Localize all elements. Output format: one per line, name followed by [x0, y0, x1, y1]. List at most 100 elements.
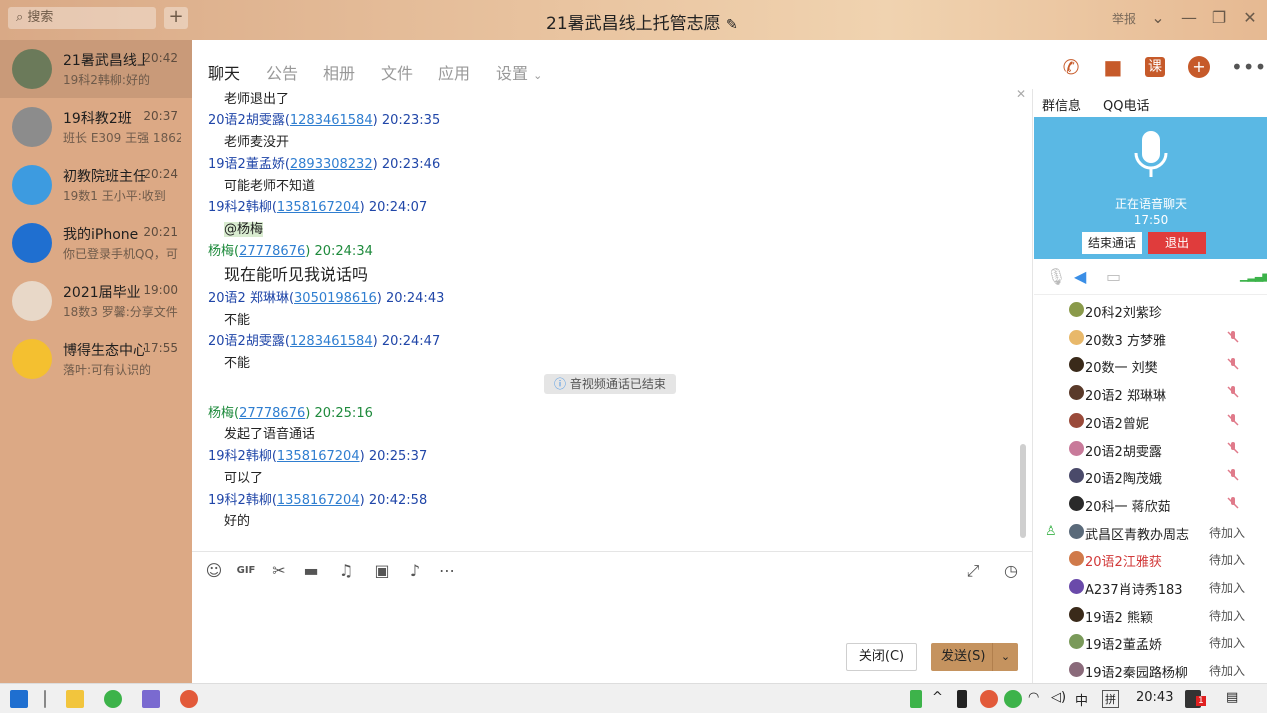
member-name: 20语2 郑琳琳 [1085, 389, 1166, 405]
sender-name[interactable]: 19科2韩柳( [208, 493, 277, 508]
tab-qq-call[interactable]: QQ电话 [1103, 95, 1149, 114]
ime-pin[interactable]: 拼 [1102, 690, 1119, 708]
conversation-item[interactable]: 博得生态中心 17:55 落叶:可有认识的 [0, 330, 192, 388]
more-icon[interactable]: ••• [1231, 54, 1266, 80]
more-icon[interactable]: ⋯ [436, 560, 458, 582]
video-call-icon[interactable]: ■ [1100, 54, 1126, 80]
exit-call-button[interactable]: 退出 [1148, 232, 1206, 254]
scissors-icon[interactable]: ✂ [268, 560, 290, 582]
chevron-up-icon[interactable]: ^ [932, 690, 943, 705]
search-input[interactable]: ⌕ 搜索 [8, 7, 156, 29]
usb-icon[interactable] [957, 690, 967, 708]
conversation-item[interactable]: 21暑武昌线上托管志愿20:42 19科2韩柳:好的 [0, 40, 192, 98]
restore-button[interactable]: ❐ [1209, 8, 1229, 27]
member-item[interactable]: 20语2陶茂娥 [1034, 463, 1267, 490]
close-button[interactable]: ✕ [1240, 8, 1260, 27]
member-item[interactable]: 20语2 郑琳琳 [1034, 380, 1267, 407]
sender-qq-link[interactable]: 3050198616 [294, 291, 377, 306]
speaker-icon[interactable]: ◀ [1074, 267, 1086, 286]
battery-icon[interactable] [910, 690, 922, 708]
bell-icon[interactable]: ♪ [404, 560, 426, 582]
phone-icon[interactable]: ✆ [1058, 54, 1084, 80]
member-item[interactable]: 20数一 刘樊 [1034, 352, 1267, 379]
history-icon[interactable]: ◷ [1000, 560, 1022, 582]
gif-icon[interactable]: GIF [235, 560, 257, 582]
member-item[interactable]: A237肖诗秀183 待加入 [1034, 574, 1267, 601]
qq-taskbar-icon[interactable] [180, 690, 198, 708]
report-link[interactable]: 举报 [1112, 10, 1136, 27]
close-icon[interactable]: ✕ [1016, 89, 1026, 101]
class-icon[interactable]: 课 [1145, 57, 1165, 77]
sender-qq-link[interactable]: 27778676 [239, 406, 305, 421]
sender-qq-link[interactable]: 27778676 [239, 244, 305, 259]
tab-files[interactable]: 文件 [381, 60, 413, 84]
scrollbar[interactable] [1020, 444, 1026, 538]
member-item[interactable]: 20语2江雅获 待加入 [1034, 546, 1267, 573]
member-item[interactable]: 20科2刘紫珍 [1034, 297, 1267, 324]
add-app-icon[interactable]: + [1188, 56, 1210, 78]
minimize-button[interactable]: — [1179, 8, 1199, 27]
member-item[interactable]: 20科一 蒋欣茹 [1034, 491, 1267, 518]
camera-off-icon[interactable]: ▭ [1106, 267, 1121, 286]
sender-qq-link[interactable]: 1358167204 [277, 449, 360, 464]
tray-app-icon[interactable] [1004, 690, 1022, 708]
folder-icon[interactable]: ▬ [300, 560, 322, 582]
sender-name[interactable]: 20语2 郑琳琳( [208, 291, 294, 306]
app-icon[interactable] [142, 690, 160, 708]
member-item[interactable]: 20数3 方梦雅 [1034, 325, 1267, 352]
chevron-down-icon[interactable]: ⌄ [992, 643, 1018, 671]
expand-icon[interactable]: ⤢ [962, 560, 984, 582]
member-name: A237肖诗秀183 [1085, 583, 1183, 598]
file-explorer-icon[interactable] [66, 690, 84, 708]
sender-qq-link[interactable]: 1283461584 [290, 334, 373, 349]
member-item[interactable]: 19语2秦园路杨柳 待加入 [1034, 657, 1267, 684]
image-icon[interactable]: ▣ [371, 560, 393, 582]
member-item[interactable]: 19语2 熊颖 待加入 [1034, 602, 1267, 629]
conversation-item[interactable]: 初教院班主任 20:24 19数1 王小平:收到 [0, 156, 192, 214]
music-icon[interactable]: ♫ [335, 560, 357, 582]
notification-badge: 1 [1196, 696, 1206, 706]
action-center-icon[interactable]: ▤ [1226, 690, 1238, 705]
windows-start-icon[interactable] [10, 690, 28, 708]
mic-toggle-icon[interactable]: 🎙 [1046, 267, 1066, 286]
emoji-icon[interactable]: ☺ [203, 560, 225, 582]
sender-name[interactable]: 杨梅( [208, 406, 239, 421]
sender-name[interactable]: 20语2胡雯露( [208, 113, 290, 128]
tab-chat[interactable]: 聊天 [208, 60, 241, 94]
conversation-item[interactable]: 我的iPhone 20:21 你已登录手机QQ，可 [0, 214, 192, 272]
sender-qq-link[interactable]: 2893308232 [290, 157, 373, 172]
sender-qq-link[interactable]: 1358167204 [277, 493, 360, 508]
sender-qq-link[interactable]: 1283461584 [290, 113, 373, 128]
ime-zh[interactable]: 中 [1075, 690, 1088, 709]
conversation-item[interactable]: 19科教2班 20:37 班长 E309 王强 18627 [0, 98, 192, 156]
volume-icon[interactable]: ◁) [1051, 690, 1066, 705]
browser-icon[interactable] [104, 690, 122, 708]
end-call-button[interactable]: 结束通话 [1082, 232, 1142, 254]
chevron-down-icon[interactable]: ⌄ [1148, 8, 1168, 27]
clock[interactable]: 20:43 [1136, 690, 1173, 705]
member-item[interactable]: 武昌区青教办周志 待加入 [1034, 519, 1267, 546]
sender-name[interactable]: 19科2韩柳( [208, 200, 277, 215]
add-button[interactable]: + [164, 7, 188, 29]
member-item[interactable]: 19语2董孟娇 待加入 [1034, 629, 1267, 656]
tab-announcement[interactable]: 公告 [266, 60, 298, 84]
tab-group-info[interactable]: 群信息 [1042, 95, 1081, 114]
send-button[interactable]: 发送(S) ⌄ [931, 643, 1018, 671]
sender-name[interactable]: 19语2董孟娇( [208, 157, 290, 172]
tab-album[interactable]: 相册 [323, 60, 355, 84]
tab-apps[interactable]: 应用 [438, 60, 470, 84]
sender-name[interactable]: 19科2韩柳( [208, 449, 277, 464]
avatar [1069, 440, 1084, 456]
sender-qq-link[interactable]: 1358167204 [277, 200, 360, 215]
message-content: 不能 [224, 356, 251, 371]
conversation-item[interactable]: 2021届毕业 19:00 18数3 罗馨:分享文件 [0, 272, 192, 330]
tab-settings[interactable]: 设置 ⌄ [496, 60, 542, 84]
sender-name[interactable]: 20语2胡雯露( [208, 334, 290, 349]
wifi-icon[interactable]: ◠ [1028, 690, 1039, 705]
member-item[interactable]: 20语2胡雯露 [1034, 436, 1267, 463]
member-item[interactable]: 20语2曾妮 [1034, 408, 1267, 435]
close-button[interactable]: 关闭(C) [846, 643, 917, 671]
sender-name[interactable]: 杨梅( [208, 244, 239, 259]
edit-icon[interactable]: ✎ [726, 17, 738, 33]
qq-tray-icon[interactable] [980, 690, 998, 708]
